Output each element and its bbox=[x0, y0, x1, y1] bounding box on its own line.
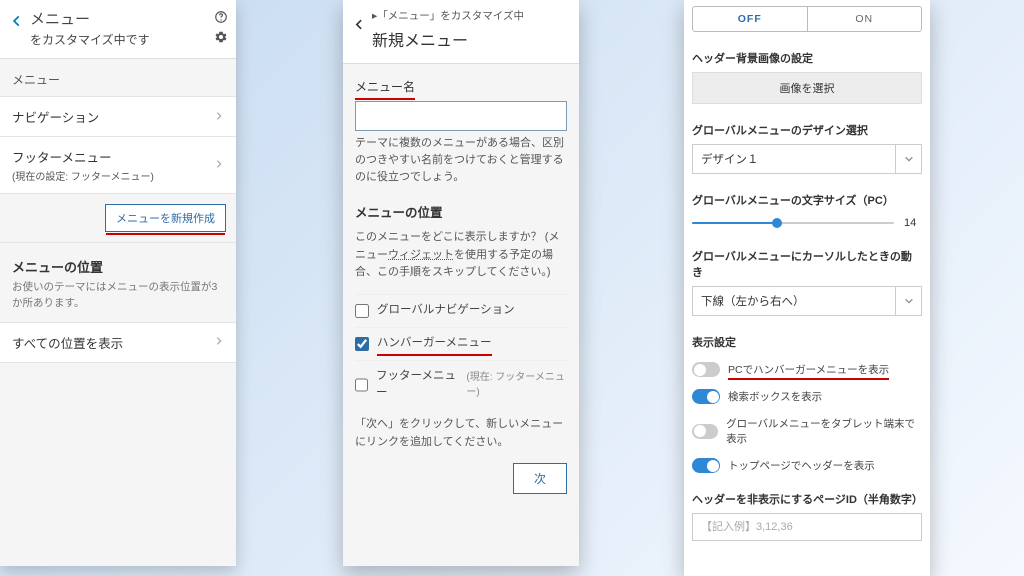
new-menu-panel: ▸「メニュー」をカスタマイズ中 新規メニュー メニュー名 テーマに複数のメニュー… bbox=[343, 0, 579, 566]
next-wrap: 次 bbox=[355, 463, 567, 494]
next-help-text: 「次へ」をクリックして、新しいメニューにリンクを追加してください。 bbox=[355, 416, 567, 451]
switch-row-pc-hamburger: PCでハンバーガーメニューを表示 bbox=[692, 362, 922, 377]
show-all-positions[interactable]: すべての位置を表示 bbox=[0, 322, 236, 363]
chevron-down-icon bbox=[895, 145, 921, 173]
menu-item-label: ナビゲーション bbox=[12, 107, 99, 126]
menu-name-input[interactable] bbox=[355, 101, 567, 131]
panel1-subtitle: をカスタマイズ中です bbox=[30, 31, 214, 48]
switch-top-header[interactable] bbox=[692, 458, 720, 473]
switch-searchbox[interactable] bbox=[692, 389, 720, 404]
panel2-header: ▸「メニュー」をカスタマイズ中 新規メニュー bbox=[343, 0, 579, 64]
chevron-left-icon bbox=[10, 14, 24, 28]
new-menu-button[interactable]: メニューを新規作成 bbox=[105, 204, 226, 232]
menu-name-label: メニュー名 bbox=[355, 78, 415, 97]
display-settings-label: 表示設定 bbox=[692, 334, 922, 350]
select-image-button[interactable]: 画像を選択 bbox=[692, 72, 922, 104]
segment-off[interactable]: OFF bbox=[693, 7, 808, 31]
menu-item-label: フッターメニュー bbox=[12, 147, 154, 166]
new-menu-wrap: メニューを新規作成 bbox=[0, 194, 236, 243]
checkbox-row-hamburger[interactable]: ハンバーガーメニュー bbox=[355, 327, 567, 360]
hover-label: グローバルメニューにカーソルしたときの動き bbox=[692, 248, 922, 280]
panel2-title: 新規メニュー bbox=[372, 27, 524, 51]
section-label: メニュー bbox=[0, 59, 236, 96]
switch-label: PCでハンバーガーメニューを表示 bbox=[728, 362, 889, 377]
menu-item-footer[interactable]: フッターメニュー (現在の設定: フッターメニュー) bbox=[0, 137, 236, 194]
segmented-control[interactable]: OFF ON bbox=[692, 6, 922, 32]
header-icons bbox=[214, 8, 228, 44]
chevron-left-icon bbox=[353, 18, 366, 31]
switch-row-top-header: トップページでヘッダーを表示 bbox=[692, 458, 922, 473]
switch-label: 検索ボックスを表示 bbox=[728, 389, 822, 404]
checkbox-global-nav[interactable] bbox=[355, 304, 369, 318]
show-all-label: すべての位置を表示 bbox=[12, 333, 123, 352]
font-size-slider-wrap: 14 bbox=[692, 216, 922, 230]
menu-item-sublabel: (現在の設定: フッターメニュー) bbox=[12, 168, 154, 183]
position-section-desc: このメニューをどこに表示しますか？ (メニューウィジェットを使用する予定の場合、… bbox=[355, 229, 567, 282]
panel1-header: メニュー をカスタマイズ中です bbox=[0, 0, 236, 59]
checkbox-label: フッターメニュー bbox=[376, 368, 458, 404]
chevron-right-icon bbox=[214, 335, 224, 349]
next-button[interactable]: 次 bbox=[513, 463, 567, 494]
menu-item-navigation[interactable]: ナビゲーション bbox=[0, 96, 236, 137]
checkbox-footer[interactable] bbox=[355, 378, 368, 392]
slider-thumb[interactable] bbox=[772, 218, 782, 228]
gear-icon[interactable] bbox=[214, 30, 228, 44]
position-desc-link[interactable]: ウィジェット bbox=[388, 249, 454, 261]
back-button[interactable] bbox=[353, 8, 366, 51]
checkbox-note: (現在: フッターメニュー) bbox=[466, 370, 567, 401]
chevron-right-icon bbox=[214, 158, 224, 172]
switch-row-tablet-global: グローバルメニューをタブレット端末で表示 bbox=[692, 416, 922, 446]
slider-fill bbox=[692, 222, 777, 224]
design-label: グローバルメニューのデザイン選択 bbox=[692, 122, 922, 138]
checkbox-hamburger[interactable] bbox=[355, 337, 369, 351]
positions-title: メニューの位置 bbox=[0, 243, 236, 280]
header-settings-panel: OFF ON ヘッダー背景画像の設定 画像を選択 グローバルメニューのデザイン選… bbox=[684, 0, 930, 576]
chevron-down-icon bbox=[895, 287, 921, 315]
slider-value: 14 bbox=[904, 217, 922, 229]
position-section-title: メニューの位置 bbox=[355, 204, 567, 223]
customizer-menu-panel: メニュー をカスタマイズ中です メニュー ナビゲーション フッターメニュー (現… bbox=[0, 0, 236, 566]
switch-tablet-global[interactable] bbox=[692, 424, 718, 439]
font-size-label: グローバルメニューの文字サイズ（PC） bbox=[692, 192, 922, 208]
switch-label: トップページでヘッダーを表示 bbox=[728, 458, 875, 473]
font-size-slider[interactable] bbox=[692, 216, 894, 230]
header-text: メニュー をカスタマイズ中です bbox=[30, 8, 214, 48]
panel2-body: メニュー名 テーマに複数のメニューがある場合、区別のつきやすい名前をつけておくと… bbox=[343, 64, 579, 508]
hover-select-value: 下線（左から右へ） bbox=[693, 287, 895, 315]
menu-name-help: テーマに複数のメニューがある場合、区別のつきやすい名前をつけておくと管理するのに… bbox=[355, 135, 567, 186]
checkbox-row-footer[interactable]: フッターメニュー (現在: フッターメニュー) bbox=[355, 360, 567, 411]
segment-on[interactable]: ON bbox=[808, 7, 922, 31]
checkbox-row-global-nav[interactable]: グローバルナビゲーション bbox=[355, 294, 567, 327]
bg-image-label: ヘッダー背景画像の設定 bbox=[692, 50, 922, 66]
chevron-right-icon bbox=[214, 110, 224, 124]
positions-desc: お使いのテーマにはメニューの表示位置が3か所あります。 bbox=[0, 280, 236, 322]
help-icon[interactable] bbox=[214, 10, 228, 24]
hide-pages-label: ヘッダーを非表示にするページID（半角数字） bbox=[692, 491, 922, 507]
checkbox-label: ハンバーガーメニュー bbox=[377, 335, 492, 353]
switch-pc-hamburger[interactable] bbox=[692, 362, 720, 377]
design-select-value: デザイン１ bbox=[693, 145, 895, 173]
panel1-title: メニュー bbox=[30, 8, 214, 29]
switch-row-searchbox: 検索ボックスを表示 bbox=[692, 389, 922, 404]
back-button[interactable] bbox=[8, 8, 30, 31]
hover-select[interactable]: 下線（左から右へ） bbox=[692, 286, 922, 316]
hide-pages-input[interactable] bbox=[692, 513, 922, 541]
breadcrumb: ▸「メニュー」をカスタマイズ中 bbox=[372, 8, 524, 23]
checkbox-label: グローバルナビゲーション bbox=[377, 302, 515, 320]
design-select[interactable]: デザイン１ bbox=[692, 144, 922, 174]
switch-label: グローバルメニューをタブレット端末で表示 bbox=[726, 416, 922, 446]
